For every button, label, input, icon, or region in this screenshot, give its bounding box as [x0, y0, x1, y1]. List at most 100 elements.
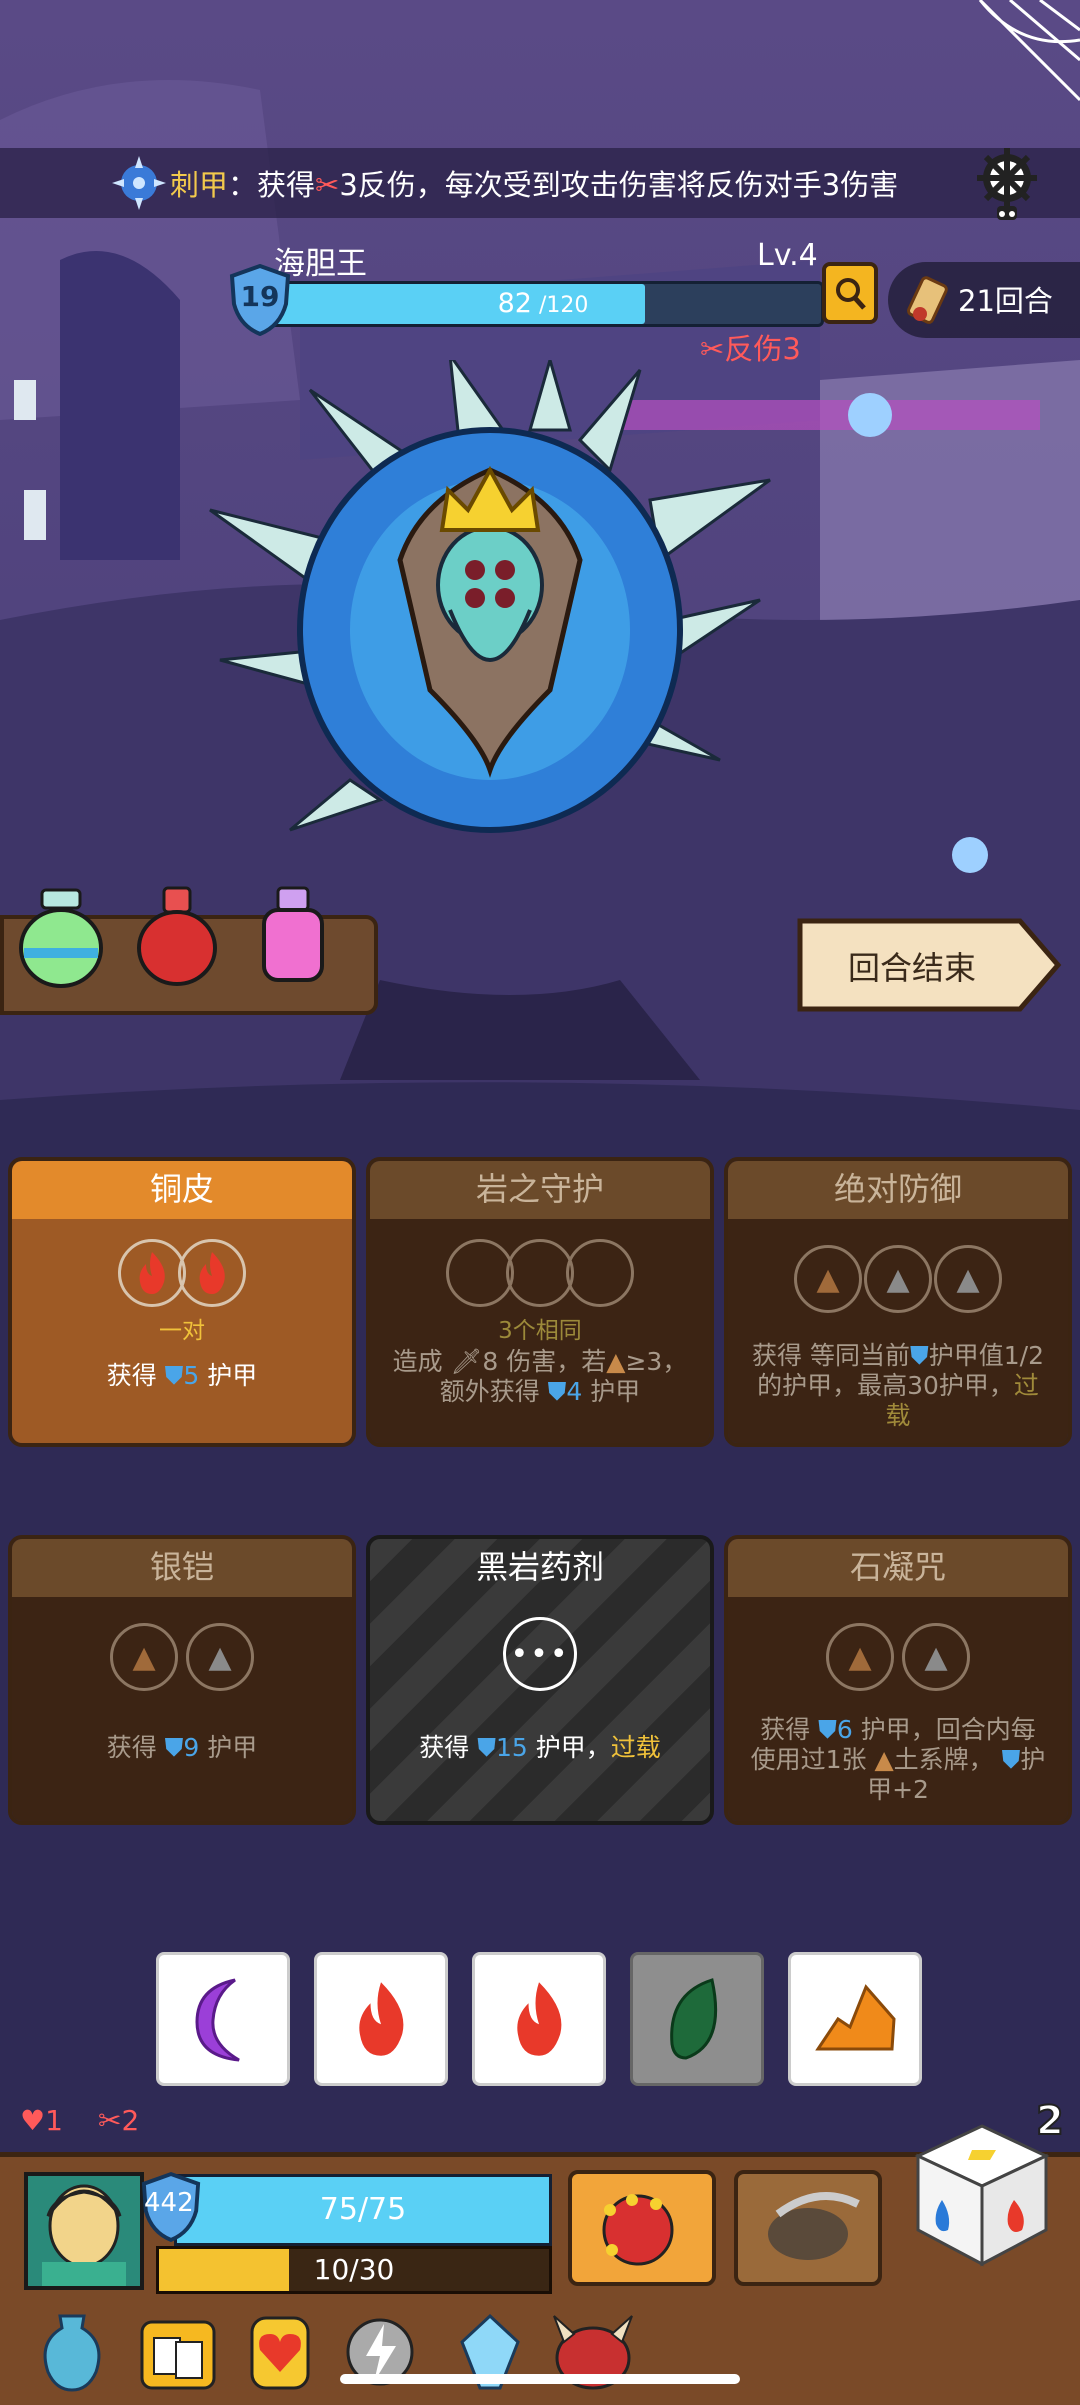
card-copper-skin[interactable]: 铜皮 一对 获得 ⛊5 护甲 [8, 1157, 356, 1447]
enemy-hp-current: 82 [497, 288, 532, 319]
card-desc: 甲+2 [867, 1775, 929, 1804]
stone-slot: ▲ [186, 1623, 254, 1691]
earth-icon: ▲ [606, 1347, 626, 1376]
card-title: 石凝咒 [728, 1539, 1068, 1597]
home-indicator[interactable] [340, 2374, 740, 2384]
player-reflect-stat-value: 2 [121, 2104, 140, 2137]
effect-name: 刺甲 [170, 168, 229, 202]
armor-icon: ⛊ [1001, 1745, 1021, 1774]
die-leaf[interactable] [630, 1952, 764, 2086]
card-armor-value: 5 [183, 1361, 200, 1390]
earth-slot: ▲ [110, 1623, 178, 1691]
card-title: 铜皮 [12, 1161, 352, 1219]
empty-slot [506, 1239, 574, 1307]
red-potion-icon[interactable] [136, 886, 218, 986]
card-title: 绝对防御 [728, 1161, 1068, 1219]
card-desc: 护甲 [207, 1733, 258, 1762]
urchin-king-enemy[interactable] [180, 360, 800, 900]
earth-icon: ▲ [848, 1639, 872, 1675]
card-desc: 的护甲，最高30护甲， [757, 1371, 1014, 1400]
card-damage-value: 8 [482, 1347, 499, 1376]
card-desc-suffix: 护甲 [207, 1361, 258, 1390]
card-rock-guard[interactable]: 岩之守护 3个相同 造成 🗡8 伤害，若▲≥3， 额外获得 ⛊4 护甲 [366, 1157, 714, 1447]
enemy-hp-bar: 82 /120 [262, 281, 824, 327]
player-reflect-stat: ✂2 [98, 2104, 139, 2137]
effect-desc: 3反伤，每次受到攻击伤害将反伤对手3伤害 [339, 168, 899, 202]
die-fire[interactable] [314, 1952, 448, 2086]
stone-slot: ▲ [934, 1245, 1002, 1313]
card-black-rock-potion[interactable]: 黑岩药剂 ••• 获得 ⛊15 护甲，过载 [366, 1535, 714, 1825]
player-portrait[interactable] [24, 2172, 144, 2290]
turn-counter: 21回合 [958, 284, 1053, 318]
armor-icon: ⛊ [818, 1715, 837, 1744]
earth-slot: ▲ [794, 1245, 862, 1313]
card-desc: 护甲 [590, 1377, 641, 1406]
card-desc: 额外获得 [439, 1377, 540, 1406]
card-desc: 使用过1张 [750, 1745, 867, 1774]
stone-icon: ▲ [886, 1261, 910, 1297]
stone-icon: ▲ [208, 1639, 232, 1675]
armor-icon: ⛊ [164, 1361, 184, 1390]
card-armor-value: 6 [836, 1715, 853, 1744]
enemy-hp-max: /120 [531, 293, 589, 318]
scroll-icon [907, 276, 948, 324]
earth-slot: ▲ [826, 1623, 894, 1691]
card-desc: 护 [1020, 1745, 1046, 1774]
card-petrify-curse[interactable]: 石凝咒 ▲ ▲ 获得 ⛊6 护甲，回合内每 使用过1张 ▲土系牌， ⛊护 甲+2 [724, 1535, 1072, 1825]
enemy-info-book-icon[interactable] [822, 262, 878, 324]
end-turn-label[interactable]: 回合结束 [796, 943, 1028, 989]
die-earth[interactable] [788, 1952, 922, 2086]
effect-banner: 刺甲：获得✂3反伤，每次受到攻击伤害将反伤对手3伤害 [0, 148, 1080, 218]
enemy-level: Lv.4 [757, 238, 818, 273]
more-options-icon: ••• [503, 1617, 577, 1691]
settings-gear-icon[interactable] [972, 146, 1042, 224]
card-armor-value: 15 [495, 1733, 528, 1762]
card-desc: 获得 [106, 1733, 157, 1762]
clock-cards-relic-icon[interactable] [136, 2312, 220, 2392]
fire-icon [199, 1252, 225, 1294]
card-requirement: 3个相同 [498, 1318, 582, 1344]
equipment-claw[interactable] [734, 2170, 882, 2286]
card-silver-armor[interactable]: 银铠 ▲ ▲ 获得 ⛊9 护甲 [8, 1535, 356, 1825]
stone-slot: ▲ [902, 1623, 970, 1691]
empty-slot [446, 1239, 514, 1307]
spiked-armor-icon [112, 156, 166, 210]
card-desc: 护甲，回合内每 [860, 1715, 1036, 1744]
pink-potion-icon[interactable] [256, 886, 330, 986]
die-moon[interactable] [156, 1952, 290, 2086]
fire-icon [359, 1982, 404, 2056]
green-potion-icon[interactable] [18, 888, 104, 988]
card-absolute-defense[interactable]: 绝对防御 ▲ ▲ ▲ 获得 等同当前⛊护甲值1/2 的护甲，最高30护甲，过 载 [724, 1157, 1072, 1447]
fire-icon [517, 1982, 562, 2056]
overload-keyword: 载 [885, 1401, 911, 1430]
equipment-fist-gauntlet[interactable] [568, 2170, 716, 2286]
effect-prefix: ：获得 [228, 168, 316, 202]
player-hp-text: 75/75 [319, 2192, 407, 2227]
dice-cube-icon[interactable] [912, 2120, 1052, 2270]
player-shield-stat-value: 1 [45, 2104, 63, 2137]
card-requirement: 一对 [159, 1318, 205, 1344]
armor-icon: ⛊ [477, 1733, 496, 1762]
player-hp-bar: 75/75 [174, 2174, 552, 2246]
earth-icon: ▲ [132, 1639, 156, 1675]
card-desc: 获得 [106, 1361, 157, 1390]
card-desc: 伤害，若 [506, 1347, 607, 1376]
card-desc: ≥3， [625, 1347, 688, 1376]
player-energy-text: 10/30 [313, 2253, 395, 2286]
vase-relic-icon[interactable] [36, 2312, 108, 2392]
card-armor-value: 4 [566, 1377, 583, 1406]
die-fire[interactable] [472, 1952, 606, 2086]
card-title: 岩之守护 [370, 1161, 710, 1219]
card-desc: 土系牌， [893, 1745, 994, 1774]
stone-icon: ▲ [924, 1639, 948, 1675]
fire-icon [139, 1252, 165, 1294]
armor-icon: ⛊ [547, 1377, 567, 1406]
sword-icon: 🗡 [450, 1347, 483, 1376]
heart-relic-icon[interactable] [244, 2312, 316, 2392]
armor-icon: ⛊ [909, 1341, 929, 1370]
earth-icon: ▲ [874, 1745, 894, 1774]
reflect-claw-icon: ✂ [315, 168, 340, 202]
spiked-fist-icon [602, 2194, 674, 2266]
earth-icon: ▲ [816, 1261, 840, 1297]
card-title: 黑岩药剂 [475, 1548, 604, 1586]
